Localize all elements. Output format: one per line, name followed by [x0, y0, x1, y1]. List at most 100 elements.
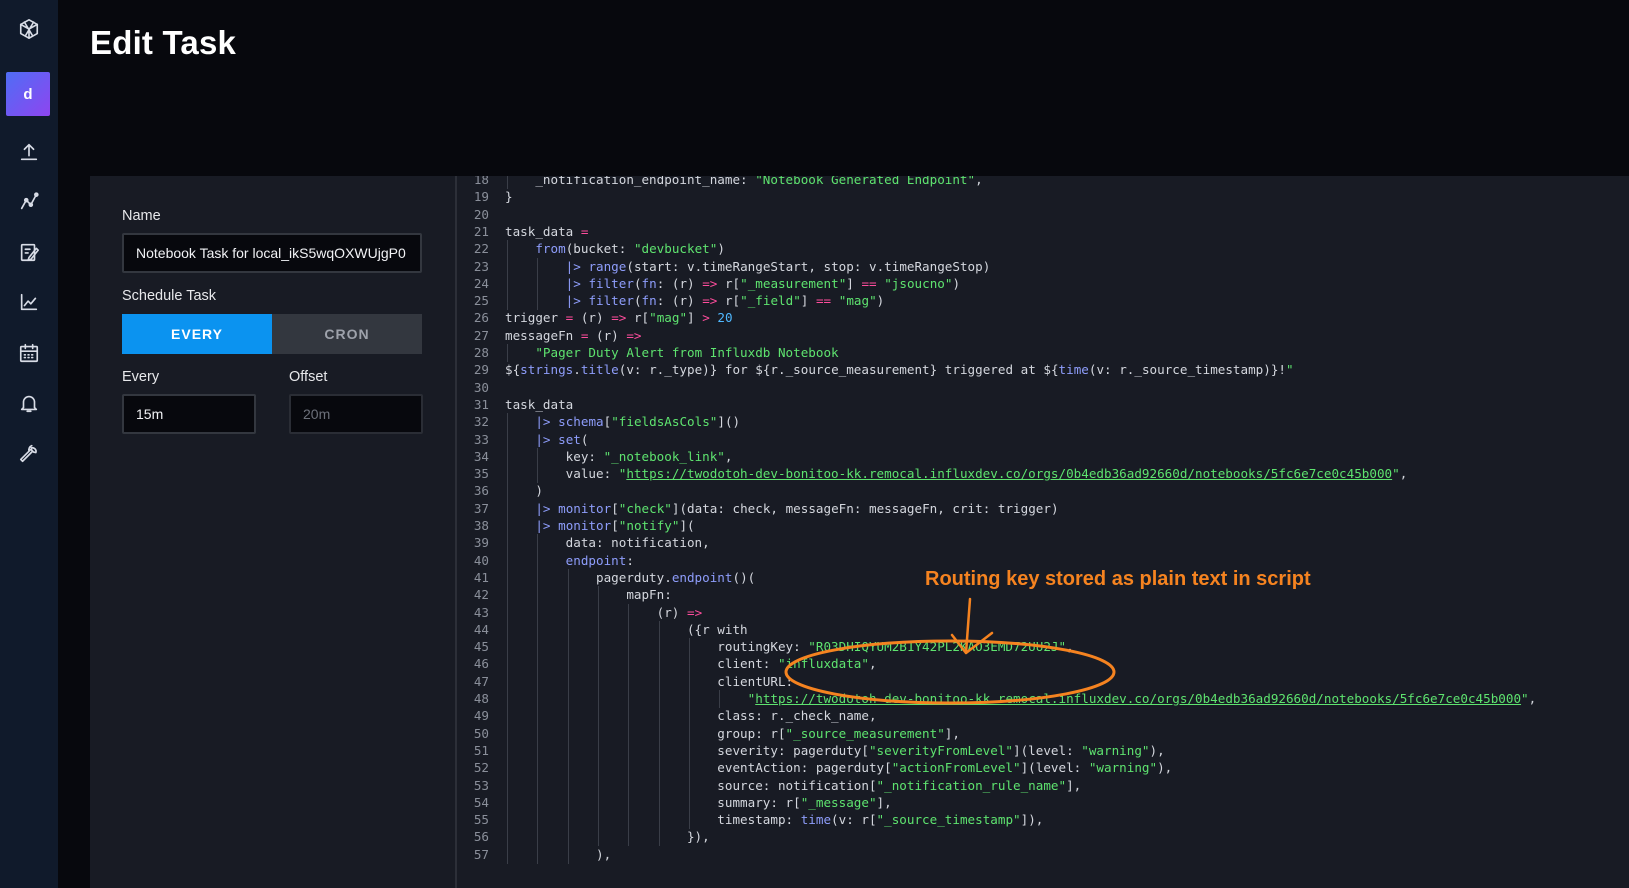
- indent-guide: [507, 568, 508, 587]
- indent-guide: [507, 274, 508, 293]
- offset-input[interactable]: 20m: [289, 394, 423, 434]
- indent-guide: [537, 603, 539, 622]
- line-number: 56: [473, 829, 489, 845]
- annotation-ellipse-icon: [784, 597, 1116, 705]
- indent-guide: [628, 603, 630, 622]
- indent-guide: [688, 759, 690, 778]
- code-line: 21 task_data =: [457, 223, 589, 241]
- line-number: 26: [473, 310, 489, 326]
- every-option-button[interactable]: EVERY: [122, 314, 272, 354]
- code-text: clientURL:: [505, 672, 794, 691]
- org-avatar[interactable]: d: [6, 72, 50, 116]
- org-initial: d: [23, 85, 33, 103]
- indent-guide: [658, 638, 660, 657]
- indent-guide: [507, 707, 508, 726]
- offset-label: Offset: [289, 369, 328, 385]
- indent-guide: [537, 845, 539, 864]
- line-number: 45: [473, 639, 489, 655]
- task-name-input[interactable]: Notebook Task for local_ikS5wqOXWUjgP0: [122, 233, 422, 273]
- indent-guide: [628, 724, 630, 743]
- code-text: ({r with: [505, 620, 748, 639]
- line-number: 30: [473, 379, 489, 395]
- code-line: 25 |> filter(fn: (r) => r["_field"] == "…: [457, 292, 884, 311]
- indent-guide: [537, 724, 539, 743]
- indent-guide: [597, 811, 599, 830]
- indent-guide: [537, 568, 539, 587]
- indent-guide: [507, 482, 508, 501]
- data-explorer-icon[interactable]: [0, 180, 58, 224]
- page-title: Edit Task: [90, 24, 237, 61]
- code-text: |> monitor["notify"](: [489, 517, 695, 535]
- line-number: 52: [473, 760, 489, 776]
- indent-guide: [567, 586, 569, 605]
- indent-guide: [628, 776, 630, 795]
- settings-wrench-icon[interactable]: [0, 431, 58, 475]
- indent-guide: [507, 292, 508, 311]
- code-text: value: "https://twodotoh-dev-bonitoo-kk.…: [505, 465, 1408, 484]
- code-line: 54 summary: r["_message"],: [457, 793, 892, 812]
- notebook-edit-icon[interactable]: [0, 230, 58, 274]
- indent-guide: [628, 793, 630, 812]
- indent-guide: [507, 430, 508, 449]
- code-text: |> monitor["check"](data: check, message…: [489, 499, 1059, 518]
- indent-guide: [537, 257, 539, 276]
- tasks-calendar-icon[interactable]: [0, 331, 58, 375]
- influx-logo-icon[interactable]: [0, 7, 58, 51]
- code-text: |> schema["fieldsAsCols"](): [489, 413, 740, 432]
- indent-guide: [567, 776, 569, 795]
- indent-guide: [507, 257, 508, 276]
- indent-guide: [507, 759, 508, 778]
- indent-guide: [658, 793, 660, 812]
- line-number: 46: [473, 656, 489, 672]
- upload-icon[interactable]: [0, 130, 58, 174]
- indent-guide: [537, 292, 539, 311]
- indent-guide: [507, 344, 508, 362]
- code-line: 26 trigger = (r) => r["mag"] > 20: [457, 309, 733, 327]
- indent-guide: [688, 793, 690, 812]
- line-number: 22: [473, 241, 489, 257]
- indent-guide: [628, 620, 630, 639]
- code-line: 35 value: "https://twodotoh-dev-bonitoo-…: [457, 465, 1408, 484]
- indent-guide: [597, 603, 599, 622]
- indent-guide: [567, 690, 569, 708]
- code-line: 52 eventAction: pagerduty["actionFromLev…: [457, 759, 1172, 778]
- cron-option-button[interactable]: CRON: [272, 314, 422, 354]
- every-input[interactable]: 15m: [122, 394, 256, 434]
- line-number: 41: [473, 569, 489, 585]
- indent-guide: [567, 741, 569, 760]
- alerts-bell-icon[interactable]: [0, 381, 58, 425]
- indent-guide: [567, 811, 569, 830]
- code-line: 20: [457, 206, 505, 224]
- line-number: 43: [473, 604, 489, 620]
- indent-guide: [628, 707, 630, 726]
- code-text: }),: [505, 828, 710, 847]
- code-text: pagerduty.endpoint()(: [505, 568, 756, 587]
- indent-guide: [507, 176, 508, 189]
- line-number: 53: [473, 777, 489, 793]
- dashboards-chart-icon[interactable]: [0, 280, 58, 324]
- code-line: 51 severity: pagerduty["severityFromLeve…: [457, 741, 1165, 760]
- indent-guide: [628, 655, 630, 674]
- code-text: key: "_notebook_link",: [505, 447, 733, 466]
- code-text: task_data =: [505, 223, 589, 239]
- annotation-ellipse: [784, 639, 1116, 705]
- indent-guide: [537, 828, 539, 847]
- indent-guide: [688, 776, 690, 795]
- code-text: (r) =>: [505, 603, 703, 622]
- indent-guide: [688, 741, 690, 760]
- flux-code-editor[interactable]: 18 _notification_endpoint_name: "Noteboo…: [455, 176, 1629, 888]
- code-text: |> filter(fn: (r) => r["_field"] == "mag…: [489, 292, 884, 311]
- code-text: from(bucket: "devbucket"): [489, 240, 725, 259]
- line-number: 24: [473, 275, 489, 291]
- indent-guide: [507, 465, 508, 484]
- indent-guide: [688, 707, 690, 726]
- indent-guide: [597, 690, 599, 708]
- code-text: mapFn:: [505, 586, 672, 605]
- code-text: |> set(: [489, 430, 588, 449]
- indent-guide: [507, 603, 508, 622]
- indent-guide: [507, 672, 508, 691]
- code-text: source: notification["_notification_rule…: [505, 776, 1082, 795]
- name-label: Name: [122, 208, 161, 224]
- indent-guide: [507, 811, 508, 830]
- annotation-text: Routing key stored as plain text in scri…: [925, 568, 1311, 590]
